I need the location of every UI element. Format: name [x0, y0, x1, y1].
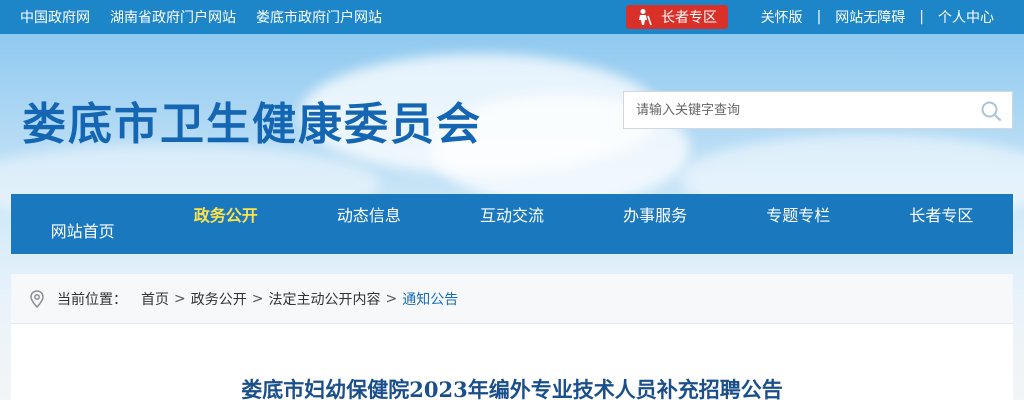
nav-item-services[interactable]: 办事服务 [584, 194, 727, 254]
search-box [623, 91, 1013, 129]
elder-person-icon [639, 9, 652, 26]
link-personal-center[interactable]: 个人中心 [938, 7, 994, 27]
site-title: 娄底市卫生健康委员会 [22, 99, 482, 150]
breadcrumb-statutory-content[interactable]: 法定主动公开内容 [268, 289, 380, 309]
link-loudi-portal[interactable]: 娄底市政府门户网站 [256, 7, 382, 27]
breadcrumb-arrow: > [251, 290, 264, 307]
search-icon[interactable] [980, 100, 1002, 122]
top-links: 中国政府网 湖南省政府门户网站 娄底市政府门户网站 [20, 0, 402, 34]
separator: | [919, 9, 924, 25]
nav-item-label: 长者专区 [909, 206, 974, 225]
nav-item-home[interactable]: 网站首页 [11, 194, 154, 254]
nav-item-topics[interactable]: 专题专栏 [727, 194, 870, 254]
breadcrumb-gov-affairs[interactable]: 政务公开 [191, 289, 247, 309]
breadcrumb-notices[interactable]: 通知公告 [402, 289, 458, 309]
article-content: 娄底市妇幼保健院2023年编外专业技术人员补充招聘公告 [11, 324, 1013, 400]
nav-item-label: 政务公开 [193, 206, 258, 225]
top-right-links: 关怀版 | 网站无障碍 | 个人中心 [761, 0, 994, 34]
top-bar: 中国政府网 湖南省政府门户网站 娄底市政府门户网站 长者专区 关怀版 | 网站无… [0, 0, 1024, 34]
nav-item-elder-zone[interactable]: 长者专区 [870, 194, 1013, 254]
article-title: 娄底市妇幼保健院2023年编外专业技术人员补充招聘公告 [241, 377, 783, 400]
nav-item-label: 办事服务 [623, 206, 688, 225]
breadcrumb-label: 当前位置： [57, 291, 127, 308]
nav-item-label: 专题专栏 [766, 206, 831, 225]
nav-item-label: 网站首页 [50, 222, 115, 241]
elder-zone-button[interactable]: 长者专区 [626, 5, 728, 29]
breadcrumb-arrow: > [385, 290, 398, 307]
link-care-version[interactable]: 关怀版 [761, 7, 803, 27]
breadcrumb-arrow: > [174, 290, 186, 307]
link-accessibility[interactable]: 网站无障碍 [835, 7, 905, 27]
search-input[interactable] [624, 92, 964, 128]
link-hunan-portal[interactable]: 湖南省政府门户网站 [110, 7, 236, 27]
main-nav: 网站首页 政务公开 动态信息 互动交流 办事服务 专题专栏 长者专区 [11, 194, 1013, 254]
elder-zone-label: 长者专区 [661, 10, 717, 26]
nav-item-news[interactable]: 动态信息 [297, 194, 440, 254]
link-gov-cn[interactable]: 中国政府网 [20, 7, 90, 27]
nav-item-gov-affairs[interactable]: 政务公开 [154, 194, 297, 254]
breadcrumb: 当前位置： 首页 > 政务公开 > 法定主动公开内容 > 通知公告 [11, 274, 1013, 324]
nav-item-label: 动态信息 [336, 206, 401, 225]
nav-item-label: 互动交流 [479, 206, 544, 225]
location-pin-icon [30, 289, 44, 308]
separator: | [816, 9, 822, 25]
breadcrumb-home[interactable]: 首页 [141, 289, 169, 309]
nav-item-interaction[interactable]: 互动交流 [440, 194, 583, 254]
